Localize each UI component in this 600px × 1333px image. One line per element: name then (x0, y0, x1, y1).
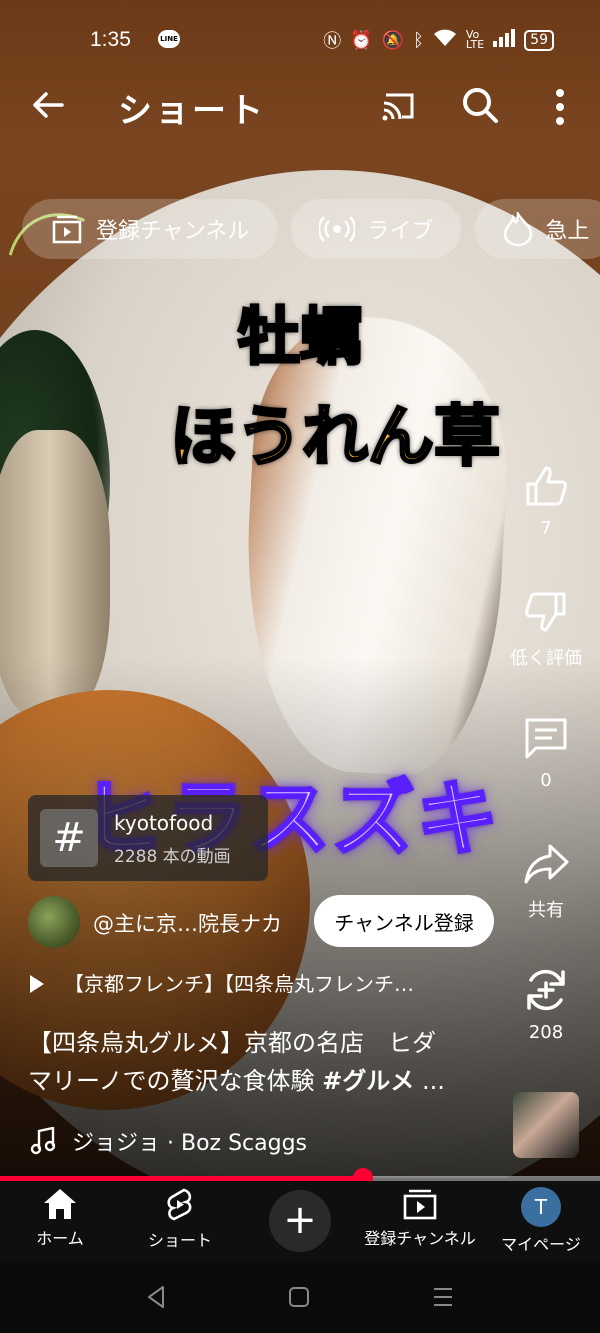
share-icon (524, 844, 569, 884)
nav-label: 登録チャンネル (364, 1229, 476, 1248)
dislike-button[interactable]: 低く評価 (506, 588, 586, 670)
home-icon (44, 1189, 76, 1219)
status-icons: Ⓝ ⏰ 🔕 ᛒ Vo LTE 59 (323, 27, 554, 53)
system-home-icon[interactable] (288, 1285, 310, 1309)
system-recents-icon[interactable] (432, 1285, 454, 1309)
remix-button[interactable]: 208 (506, 966, 586, 1043)
back-arrow-icon[interactable] (28, 85, 68, 125)
system-back-icon[interactable] (145, 1285, 167, 1309)
mute-icon: 🔕 (381, 29, 405, 51)
nav-home[interactable]: ホーム (32, 1187, 88, 1249)
thumbs-down-icon (525, 592, 566, 632)
description-ellipsis: ... (414, 1067, 445, 1095)
user-avatar: T (521, 1187, 561, 1227)
system-navigation (0, 1263, 600, 1333)
hashtag-icon: # (40, 809, 98, 867)
signal-icon (493, 28, 516, 52)
nav-subscriptions[interactable]: 登録チャンネル (360, 1187, 480, 1249)
music-label: ジョジョ · Boz Scaggs (72, 1131, 308, 1156)
shorts-icon (167, 1188, 192, 1221)
app-header: ショート (0, 75, 600, 139)
chip-label: 急上 (545, 219, 590, 244)
sound-thumbnail[interactable] (513, 1092, 579, 1158)
remix-count: 208 (528, 1022, 564, 1043)
chip-label: 登録チャンネル (96, 219, 250, 244)
description-line-2: マリーノでの贅沢な食体験 #グルメ ... (28, 1062, 498, 1100)
music-note-icon (30, 1127, 56, 1155)
chip-live[interactable]: ライブ (291, 199, 462, 259)
video-caption-1: 牡蠣 (236, 299, 363, 375)
create-button[interactable]: + (269, 1190, 331, 1252)
live-icon (319, 216, 356, 242)
dislike-label: 低く評価 (510, 648, 582, 669)
channel-name[interactable]: @主に京…院長ナカ (93, 908, 282, 938)
chip-trending[interactable]: 急上 (475, 199, 600, 259)
bluetooth-icon: ᛒ (413, 29, 424, 51)
more-options-icon[interactable] (545, 87, 575, 127)
hashtag-card[interactable]: # kyotofood 2288 本の動画 (28, 795, 268, 881)
battery-icon: 59 (524, 29, 554, 51)
wifi-icon (433, 29, 457, 52)
nav-label: ショート (147, 1231, 212, 1250)
comments-button[interactable]: 0 (506, 714, 586, 791)
comment-count: 0 (540, 770, 552, 791)
description-line-1: 【四条烏丸グルメ】京都の名店 ヒダ (28, 1029, 436, 1057)
music-info[interactable]: ジョジョ · Boz Scaggs (30, 1125, 307, 1157)
nav-label: マイページ (501, 1235, 581, 1254)
like-button[interactable]: 7 (506, 462, 586, 539)
hashtag-video-count: 2288 本の動画 (114, 847, 231, 867)
chip-subscriptions[interactable]: 登録チャンネル (22, 199, 278, 259)
channel-avatar[interactable] (28, 896, 80, 948)
search-icon[interactable] (460, 85, 500, 125)
subscribe-button[interactable]: チャンネル登録 (314, 895, 494, 947)
chip-label: ライブ (367, 219, 434, 244)
trending-icon (504, 212, 533, 246)
alarm-icon: ⏰ (350, 29, 373, 51)
playlist-link[interactable]: 【京都フレンチ】【四条烏丸フレンチ… (30, 968, 414, 997)
thumbs-up-icon (526, 466, 567, 506)
description-text: マリーノでの贅沢な食体験 (28, 1067, 323, 1095)
hashtag-link[interactable]: #グルメ (322, 1067, 414, 1095)
status-time: 1:35 (90, 28, 131, 51)
status-bar: 1:35 LINE Ⓝ ⏰ 🔕 ᛒ Vo LTE 59 (0, 0, 600, 80)
play-icon (30, 975, 44, 993)
comment-icon (525, 718, 567, 759)
share-button[interactable]: 共有 (506, 840, 586, 922)
nav-label: ホーム (36, 1229, 84, 1248)
video-description[interactable]: 【四条烏丸グルメ】京都の名店 ヒダ マリーノでの贅沢な食体験 #グルメ ... (28, 1024, 498, 1100)
hashtag-name: kyotofood (114, 811, 214, 835)
filter-chips: 登録チャンネル ライブ 急上 (22, 199, 600, 259)
cast-icon[interactable] (380, 87, 418, 125)
line-app-icon: LINE (158, 30, 180, 48)
nav-shorts[interactable]: ショート (140, 1187, 220, 1251)
nfc-icon: Ⓝ (323, 31, 342, 52)
subscriptions-icon (52, 215, 82, 244)
remix-icon (527, 969, 565, 1011)
share-label: 共有 (528, 900, 564, 921)
volte-icon: Vo LTE (465, 28, 485, 51)
nav-my-page[interactable]: T マイページ (498, 1187, 584, 1255)
playlist-title: 【京都フレンチ】【四条烏丸フレンチ… (64, 972, 414, 996)
like-count: 7 (540, 518, 552, 539)
subscriptions-icon (403, 1189, 437, 1220)
page-title: ショート (118, 91, 266, 131)
bottom-nav: ホーム ショート + 登録チャンネル T マイページ (0, 1181, 600, 1263)
